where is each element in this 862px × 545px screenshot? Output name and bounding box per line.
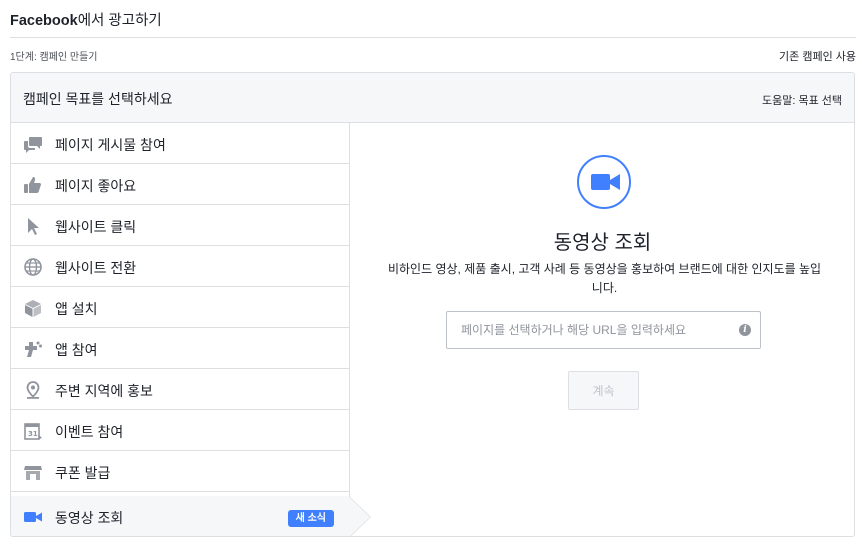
objective-label: 앱 참여 <box>55 342 98 358</box>
video-camera-icon <box>23 507 43 527</box>
objective-list: 페이지 게시물 참여 페이지 좋아요 웹사이트 클릭 웹사이트 전환 앱 설치 … <box>11 123 350 536</box>
page-title: Facebook에서 광고하기 <box>10 9 162 30</box>
speech-bubbles-icon <box>23 134 43 154</box>
page-header: Facebook에서 광고하기 <box>10 6 856 38</box>
map-pin-icon <box>23 380 43 400</box>
panel-header: 캠페인 목표를 선택하세요 도움말: 목표 선택 <box>11 73 854 123</box>
objective-item-page-post-engagement[interactable]: 페이지 게시물 참여 <box>11 123 349 164</box>
storefront-icon <box>23 462 43 482</box>
objective-label: 페이지 좋아요 <box>55 178 137 194</box>
page-title-brand: Facebook <box>10 13 78 29</box>
objective-item-event-responses[interactable]: 31 이벤트 참여 <box>11 410 349 451</box>
video-camera-icon <box>577 155 631 209</box>
objective-item-app-engagement[interactable]: 앱 참여 <box>11 328 349 369</box>
detail-description: 비하인드 영상, 제품 출시, 고객 사례 등 동영상을 홍보하여 브랜드에 대… <box>387 262 822 295</box>
objective-item-app-installs[interactable]: 앱 설치 <box>11 287 349 328</box>
objective-label: 쿠폰 발급 <box>55 465 111 481</box>
use-existing-campaign-link[interactable]: 기존 캠페인 사용 <box>779 48 856 64</box>
objective-label: 웹사이트 전환 <box>55 260 137 276</box>
svg-text:31: 31 <box>28 430 38 438</box>
gamepad-icon <box>23 339 43 359</box>
objective-label: 웹사이트 클릭 <box>55 219 137 235</box>
objective-item-offer-claims[interactable]: 쿠폰 발급 <box>11 451 349 492</box>
info-icon[interactable]: i <box>739 324 751 336</box>
page-url-input[interactable] <box>446 311 761 349</box>
globe-icon <box>23 257 43 277</box>
page-title-rest: 에서 광고하기 <box>77 13 162 29</box>
step-row: 1단계: 캠페인 만들기 기존 캠페인 사용 <box>10 48 856 64</box>
objective-detail: 동영상 조회 비하인드 영상, 제품 출시, 고객 사례 등 동영상을 홍보하여… <box>351 123 854 536</box>
objective-label: 앱 설치 <box>55 301 98 317</box>
objective-item-local-awareness[interactable]: 주변 지역에 홍보 <box>11 369 349 410</box>
detail-title: 동영상 조회 <box>553 232 652 254</box>
continue-button[interactable]: 계속 <box>568 371 639 410</box>
objective-label: 주변 지역에 홍보 <box>55 383 153 399</box>
panel-title: 캠페인 목표를 선택하세요 <box>23 91 173 107</box>
thumbs-up-icon <box>23 175 43 195</box>
calendar-icon: 31 <box>23 421 43 441</box>
objective-label: 이벤트 참여 <box>55 424 124 440</box>
objective-label: 페이지 게시물 참여 <box>55 137 166 153</box>
objective-item-website-clicks[interactable]: 웹사이트 클릭 <box>11 205 349 246</box>
objective-item-website-conversions[interactable]: 웹사이트 전환 <box>11 246 349 287</box>
objective-panel: 캠페인 목표를 선택하세요 도움말: 목표 선택 페이지 게시물 참여 페이지 … <box>10 72 855 537</box>
cursor-arrow-icon <box>23 216 43 236</box>
objective-item-video-views[interactable]: 동영상 조회 새 소식 <box>11 496 349 536</box>
objective-item-page-likes[interactable]: 페이지 좋아요 <box>11 164 349 205</box>
step-label: 1단계: 캠페인 만들기 <box>10 52 98 63</box>
new-badge: 새 소식 <box>287 510 334 527</box>
help-choose-objective-link[interactable]: 도움말: 목표 선택 <box>762 92 842 108</box>
box-icon <box>23 298 43 318</box>
objective-label: 동영상 조회 <box>55 510 124 526</box>
